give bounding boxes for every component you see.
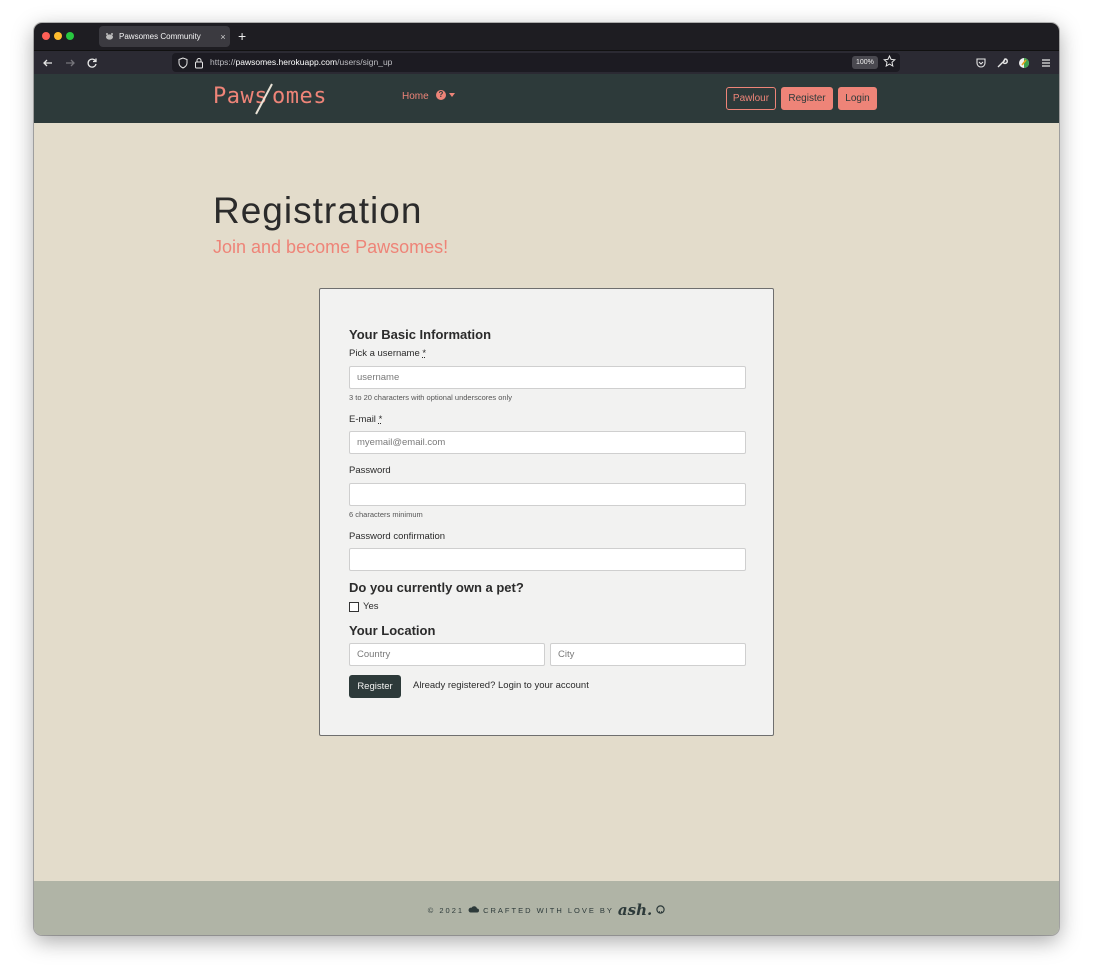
- lock-icon[interactable]: [194, 56, 204, 74]
- location-heading: Your Location: [349, 623, 436, 638]
- back-arrow-icon[interactable]: [41, 56, 55, 70]
- email-label: E-mail *: [349, 414, 382, 425]
- required-mark: *: [378, 414, 383, 425]
- new-tab-button[interactable]: +: [238, 27, 246, 45]
- password-confirmation-input[interactable]: [349, 548, 746, 571]
- required-mark: *: [422, 348, 427, 359]
- password-label: Password: [349, 465, 391, 476]
- password-confirmation-label: Password confirmation: [349, 531, 446, 542]
- email-input[interactable]: [349, 431, 746, 454]
- url-path: /users/sign_up: [337, 57, 393, 67]
- site-footer: © 2021 CRAFTED WITH LOVE BY ash.: [34, 881, 1059, 935]
- address-bar[interactable]: https://pawsomes.herokuapp.com/users/sig…: [172, 53, 900, 72]
- reload-icon[interactable]: [85, 56, 99, 70]
- browser-tab[interactable]: Pawsomes Community ×: [99, 26, 230, 47]
- browser-window: Pawsomes Community × + https://pawsomes.…: [34, 23, 1059, 935]
- country-input[interactable]: [349, 643, 545, 666]
- footer-credits: © 2021 CRAFTED WITH LOVE BY ash.: [34, 901, 1059, 919]
- pet-ownership-heading: Do you currently own a pet?: [349, 580, 524, 595]
- url-text[interactable]: https://pawsomes.herokuapp.com/users/sig…: [210, 56, 392, 69]
- register-submit-button[interactable]: Register: [349, 675, 401, 698]
- page-title: Registration: [213, 190, 423, 231]
- cloud-icon: [468, 905, 480, 915]
- username-label: Pick a username *: [349, 348, 426, 359]
- register-nav-button[interactable]: Register: [781, 87, 833, 110]
- logo-text-right: omes: [271, 84, 327, 109]
- question-circle-icon: ?: [436, 90, 446, 100]
- help-dropdown[interactable]: ?: [436, 90, 455, 100]
- hamburger-menu-icon[interactable]: [1039, 56, 1053, 70]
- minimize-window-button[interactable]: [54, 32, 62, 40]
- zoom-level-badge[interactable]: 100%: [852, 56, 878, 69]
- site-header: Paws omes Home ? Pawlour Register Login: [34, 74, 1059, 123]
- pocket-icon[interactable]: [974, 56, 988, 70]
- paw-favicon-icon: [105, 32, 114, 41]
- owns-pet-label: Yes: [363, 601, 379, 612]
- url-scheme: https://: [210, 57, 236, 67]
- page-subtitle: Join and become Pawsomes!: [213, 237, 449, 257]
- login-nav-button[interactable]: Login: [838, 87, 877, 110]
- maximize-window-button[interactable]: [66, 32, 74, 40]
- wrench-icon[interactable]: [995, 56, 1009, 70]
- tab-title: Pawsomes Community: [119, 32, 201, 41]
- username-hint: 3 to 20 characters with optional undersc…: [349, 393, 513, 402]
- github-icon[interactable]: [656, 904, 665, 916]
- browser-toolbar: https://pawsomes.herokuapp.com/users/sig…: [34, 50, 1059, 75]
- tab-close-icon[interactable]: ×: [216, 32, 230, 42]
- browser-tab-bar: Pawsomes Community × +: [34, 23, 1059, 50]
- username-label-text: Pick a username: [349, 348, 420, 359]
- owns-pet-option[interactable]: Yes: [349, 601, 379, 612]
- nav-home-link[interactable]: Home: [402, 91, 429, 102]
- forward-arrow-icon[interactable]: [63, 56, 77, 70]
- close-window-button[interactable]: [42, 32, 50, 40]
- city-input[interactable]: [550, 643, 746, 666]
- crafted-text: CRAFTED WITH LOVE BY: [483, 905, 614, 915]
- tracking-shield-icon[interactable]: [178, 56, 188, 74]
- pawlour-button[interactable]: Pawlour: [726, 87, 776, 110]
- bookmark-star-icon[interactable]: [883, 54, 896, 73]
- password-hint: 6 characters minimum: [349, 510, 423, 519]
- author-signature[interactable]: ash.: [618, 901, 652, 919]
- caret-down-icon: [449, 93, 455, 97]
- extension-icon[interactable]: [1017, 56, 1031, 70]
- copyright-text: © 2021: [427, 905, 465, 915]
- registration-form: Your Basic Information Pick a username *…: [319, 288, 774, 736]
- password-input[interactable]: [349, 483, 746, 506]
- email-label-text: E-mail: [349, 414, 376, 425]
- url-host: pawsomes.herokuapp.com: [235, 57, 338, 67]
- owns-pet-checkbox[interactable]: [349, 601, 359, 612]
- basic-info-heading: Your Basic Information: [349, 327, 492, 342]
- login-account-link[interactable]: Already registered? Login to your accoun…: [413, 680, 589, 691]
- pawsomes-logo[interactable]: Paws omes: [213, 83, 327, 115]
- username-input[interactable]: [349, 366, 746, 389]
